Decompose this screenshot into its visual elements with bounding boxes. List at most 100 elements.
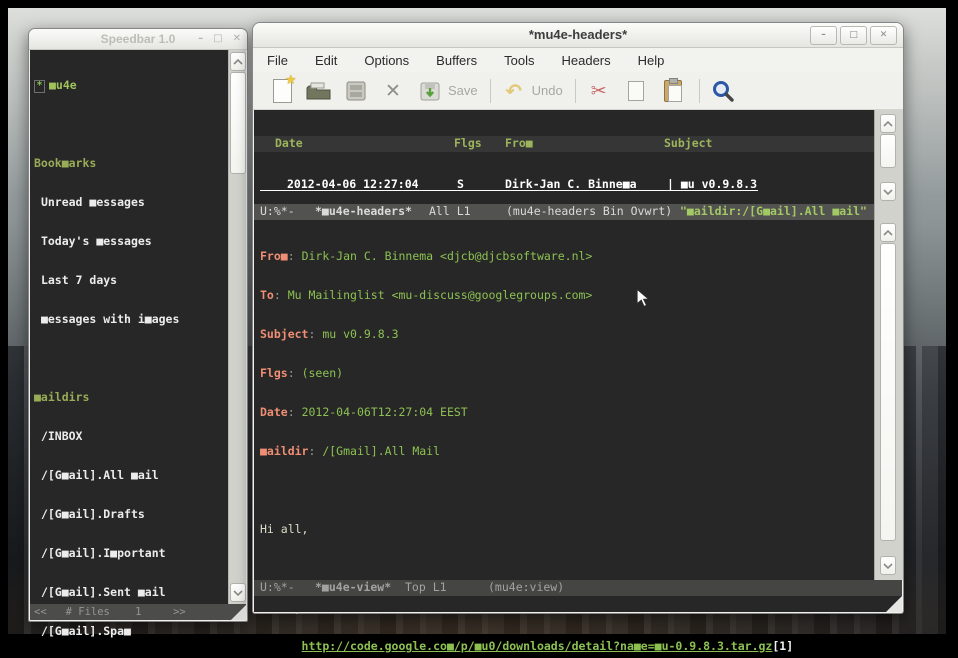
- sidebar-item-inbox[interactable]: /INBOX: [34, 430, 228, 443]
- scroll-down-icon[interactable]: [230, 583, 246, 602]
- row-subject: | ■u v0.9.8.3: [667, 178, 757, 191]
- menu-tools[interactable]: Tools: [504, 53, 534, 68]
- field-label: Subject: [260, 327, 308, 341]
- field-value: (seen): [302, 366, 344, 380]
- scrollbar-thumb[interactable]: [230, 72, 246, 174]
- sidebar-item-sentmail[interactable]: /[G■ail].Sent ■ail: [34, 586, 228, 599]
- headers-scrollbar-thumb[interactable]: [880, 134, 896, 168]
- body-line: [254, 484, 874, 497]
- field-line: ■aildir: /[Gmail].All Mail: [254, 445, 874, 458]
- col-subject[interactable]: Subject: [664, 137, 712, 150]
- sidebar-item-label: ■essages with i■ages: [41, 312, 179, 326]
- speedbar-body: *■u4e Book■arks Unread ■essages Today's …: [30, 50, 246, 604]
- emacs-titlebar[interactable]: *mu4e-headers* – □ ✕: [253, 23, 903, 48]
- sidebar-item-today[interactable]: Today's ■essages: [34, 235, 228, 248]
- field-line: Date: 2012-04-06T12:27:04 EEST: [254, 406, 874, 419]
- undo-button[interactable]: ↶: [501, 78, 527, 104]
- speedbar-statusline: << # Files 1 >>: [30, 604, 246, 620]
- sidebar-item-label: Today's ■essages: [41, 234, 152, 248]
- field-separator: :: [308, 327, 322, 341]
- col-from[interactable]: Fro■: [505, 137, 533, 150]
- modeline-modes: (mu4e:view): [488, 581, 564, 594]
- menu-file[interactable]: File: [267, 53, 288, 68]
- echo-area[interactable]: [254, 596, 902, 612]
- speedbar-scrollbar[interactable]: [228, 50, 246, 604]
- dired-button[interactable]: [343, 78, 369, 104]
- speedbar-titlebar[interactable]: Speedbar 1.0 – □ ✕: [29, 29, 247, 50]
- sidebar-item-spam[interactable]: /[G■ail].Spa■: [34, 625, 228, 638]
- toolbar-separator: [490, 79, 491, 103]
- toolbar-separator: [575, 79, 576, 103]
- new-file-icon: ★: [273, 79, 292, 103]
- minimize-button[interactable]: –: [810, 26, 837, 45]
- field-separator: :: [274, 288, 288, 302]
- copy-icon: [628, 81, 644, 101]
- maximize-button[interactable]: □: [840, 26, 867, 45]
- modeline-buffer-name: *■u4e-view*: [315, 581, 391, 594]
- toolbar-separator: [699, 79, 700, 103]
- paste-button[interactable]: [660, 78, 686, 104]
- speedbar-close-icon[interactable]: ✕: [233, 29, 241, 49]
- sidebar-item-images[interactable]: ■essages with i■ages: [34, 313, 228, 326]
- toolbar: ★ ✕ Save ↶ Undo ✂: [253, 72, 903, 110]
- row-flags: S: [457, 178, 464, 191]
- new-file-button[interactable]: ★: [269, 78, 295, 104]
- sidebar-item-allmail[interactable]: /[G■ail].All ■ail: [34, 469, 228, 482]
- field-line: To: Mu Mailinglist <mu-discuss@googlegro…: [254, 289, 874, 302]
- download-link[interactable]: http://code.google.co■/p/■u0/downloads/d…: [302, 639, 773, 653]
- menu-headers[interactable]: Headers: [561, 53, 610, 68]
- close-button[interactable]: ✕: [870, 26, 897, 45]
- sidebar-item-last7days[interactable]: Last 7 days: [34, 274, 228, 287]
- speedbar-root-item[interactable]: *■u4e: [34, 79, 228, 92]
- file-cabinet-icon: [345, 80, 367, 102]
- copy-button[interactable]: [623, 78, 649, 104]
- message-row[interactable]: 2012-04-06 12:27:04 S Dirk-Jan C. Binne■…: [254, 178, 874, 192]
- menu-help[interactable]: Help: [638, 53, 665, 68]
- link-line: http://code.google.co■/p/■u0/downloads/d…: [254, 640, 874, 653]
- col-flags[interactable]: Flgs: [454, 137, 482, 150]
- view-scroll-down-icon[interactable]: [880, 556, 896, 575]
- emacs-content: Date Flgs Fro■ Subject 2012-04-06 12:27:…: [254, 110, 902, 612]
- open-file-button[interactable]: [306, 78, 332, 104]
- sidebar-item-drafts[interactable]: /[G■ail].Drafts: [34, 508, 228, 521]
- save-label: Save: [448, 83, 478, 98]
- body-line: [254, 562, 874, 575]
- scroll-up-icon[interactable]: [230, 52, 246, 71]
- menu-options[interactable]: Options: [364, 53, 409, 68]
- bookmarks-section-header: Book■arks: [34, 157, 228, 170]
- sidebar-item-label: /[G■ail].I■portant: [41, 546, 166, 560]
- speedbar-minimize-icon[interactable]: –: [198, 29, 203, 49]
- headers-scroll-up-icon[interactable]: [880, 114, 896, 133]
- menu-buffers[interactable]: Buffers: [436, 53, 477, 68]
- speedbar-maximize-icon[interactable]: □: [213, 29, 222, 49]
- modeline-query: "■aildir:/[G■ail].All ■ail": [680, 205, 867, 218]
- undo-icon: ↶: [505, 79, 522, 103]
- save-button[interactable]: [417, 78, 443, 104]
- search-button[interactable]: [710, 78, 736, 104]
- view-scrollbar-thumb[interactable]: [880, 243, 896, 541]
- sidebar-item-label: /INBOX: [41, 429, 83, 443]
- expand-box-icon[interactable]: *: [34, 80, 45, 93]
- field-line: Subject: mu v0.9.8.3: [254, 328, 874, 341]
- menubar: File Edit Options Buffers Tools Headers …: [253, 48, 903, 72]
- modeline-prefix: U:%*-: [260, 205, 295, 218]
- speedbar-resize-grip[interactable]: [231, 605, 246, 620]
- mouse-cursor: [636, 288, 651, 309]
- body-line: Hi all,: [254, 523, 874, 536]
- menu-edit[interactable]: Edit: [315, 53, 337, 68]
- close-buffer-button[interactable]: ✕: [380, 78, 406, 104]
- close-icon: ✕: [880, 23, 888, 47]
- view-scroll-up-icon[interactable]: [880, 223, 896, 242]
- col-date[interactable]: Date: [275, 137, 303, 150]
- desktop: Speedbar 1.0 – □ ✕ *■u4e Book■arks Unrea…: [0, 0, 958, 658]
- sidebar-item-label: Last 7 days: [41, 273, 117, 287]
- field-label: Fro■: [260, 249, 288, 263]
- cut-button[interactable]: ✂: [586, 78, 612, 104]
- window-resize-grip[interactable]: [886, 596, 902, 612]
- row-from: Dirk-Jan C. Binne■a: [505, 178, 637, 191]
- field-label: To: [260, 288, 274, 302]
- sidebar-item-important[interactable]: /[G■ail].I■portant: [34, 547, 228, 560]
- sidebar-item-unread[interactable]: Unread ■essages: [34, 196, 228, 209]
- field-separator: :: [288, 249, 302, 263]
- headers-scroll-down-icon[interactable]: [880, 182, 896, 201]
